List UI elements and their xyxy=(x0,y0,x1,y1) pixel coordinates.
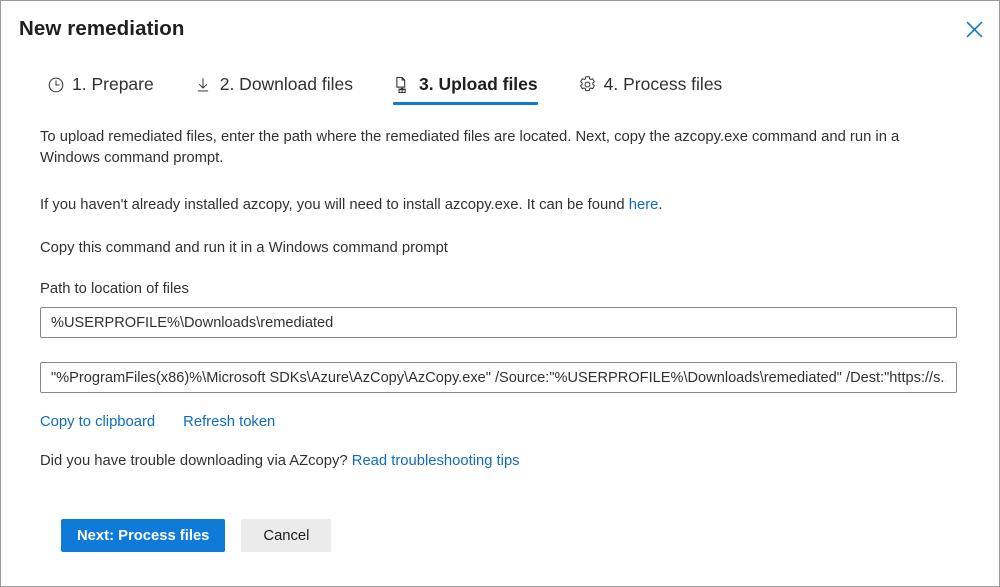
command-actions: Copy to clipboard Refresh token xyxy=(40,414,957,430)
upload-file-icon xyxy=(393,75,412,94)
read-troubleshooting-tips-link[interactable]: Read troubleshooting tips xyxy=(352,453,520,469)
tab-label: 2. Download files xyxy=(219,73,353,94)
install-azcopy-paragraph: If you haven't already installed azcopy,… xyxy=(40,195,920,216)
refresh-token-link[interactable]: Refresh token xyxy=(183,414,275,430)
panel-header: New remediation xyxy=(1,1,999,59)
azcopy-command-input[interactable] xyxy=(40,362,957,394)
panel-content: To upload remediated files, enter the pa… xyxy=(40,127,957,469)
tab-label: 1. Prepare xyxy=(72,73,154,94)
clock-icon xyxy=(46,75,65,94)
next-process-files-button[interactable]: Next: Process files xyxy=(61,519,226,552)
intro-paragraph: To upload remediated files, enter the pa… xyxy=(40,129,900,167)
tab-download-files[interactable]: 2. Download files xyxy=(194,75,353,105)
tab-prepare[interactable]: 1. Prepare xyxy=(46,75,154,105)
path-input[interactable] xyxy=(40,307,957,339)
tab-upload-files[interactable]: 3. Upload files xyxy=(393,75,538,105)
tab-process-files[interactable]: 4. Process files xyxy=(578,73,723,105)
tab-label: 3. Upload files xyxy=(419,73,538,94)
download-arrow-icon xyxy=(194,75,213,94)
troubleshooting-text: Did you have trouble downloading via AZc… xyxy=(40,453,352,470)
install-text-after: . xyxy=(658,196,663,213)
install-text-before: If you haven't already installed azcopy,… xyxy=(40,196,629,213)
path-field-label: Path to location of files xyxy=(40,281,189,298)
active-tab-indicator xyxy=(393,102,538,105)
field-spacer xyxy=(40,338,957,362)
wizard-tablist: 1. Prepare 2. Download files 3. Upload f… xyxy=(46,75,722,115)
cancel-button[interactable]: Cancel xyxy=(241,519,332,552)
panel-footer: Next: Process files Cancel xyxy=(61,519,332,552)
copy-instruction-text: Copy this command and run it in a Window… xyxy=(40,239,448,256)
close-icon xyxy=(965,20,983,38)
troubleshooting-row: Did you have trouble downloading via AZc… xyxy=(40,453,957,469)
page-title: New remediation xyxy=(19,17,185,40)
copy-to-clipboard-link[interactable]: Copy to clipboard xyxy=(40,414,155,430)
tab-label: 4. Process files xyxy=(603,73,723,94)
new-remediation-panel: New remediation 1. Prepare 2. Download f… xyxy=(0,0,1000,587)
gear-icon xyxy=(578,75,597,94)
azcopy-download-link[interactable]: here xyxy=(629,197,659,213)
close-button[interactable] xyxy=(957,13,991,45)
